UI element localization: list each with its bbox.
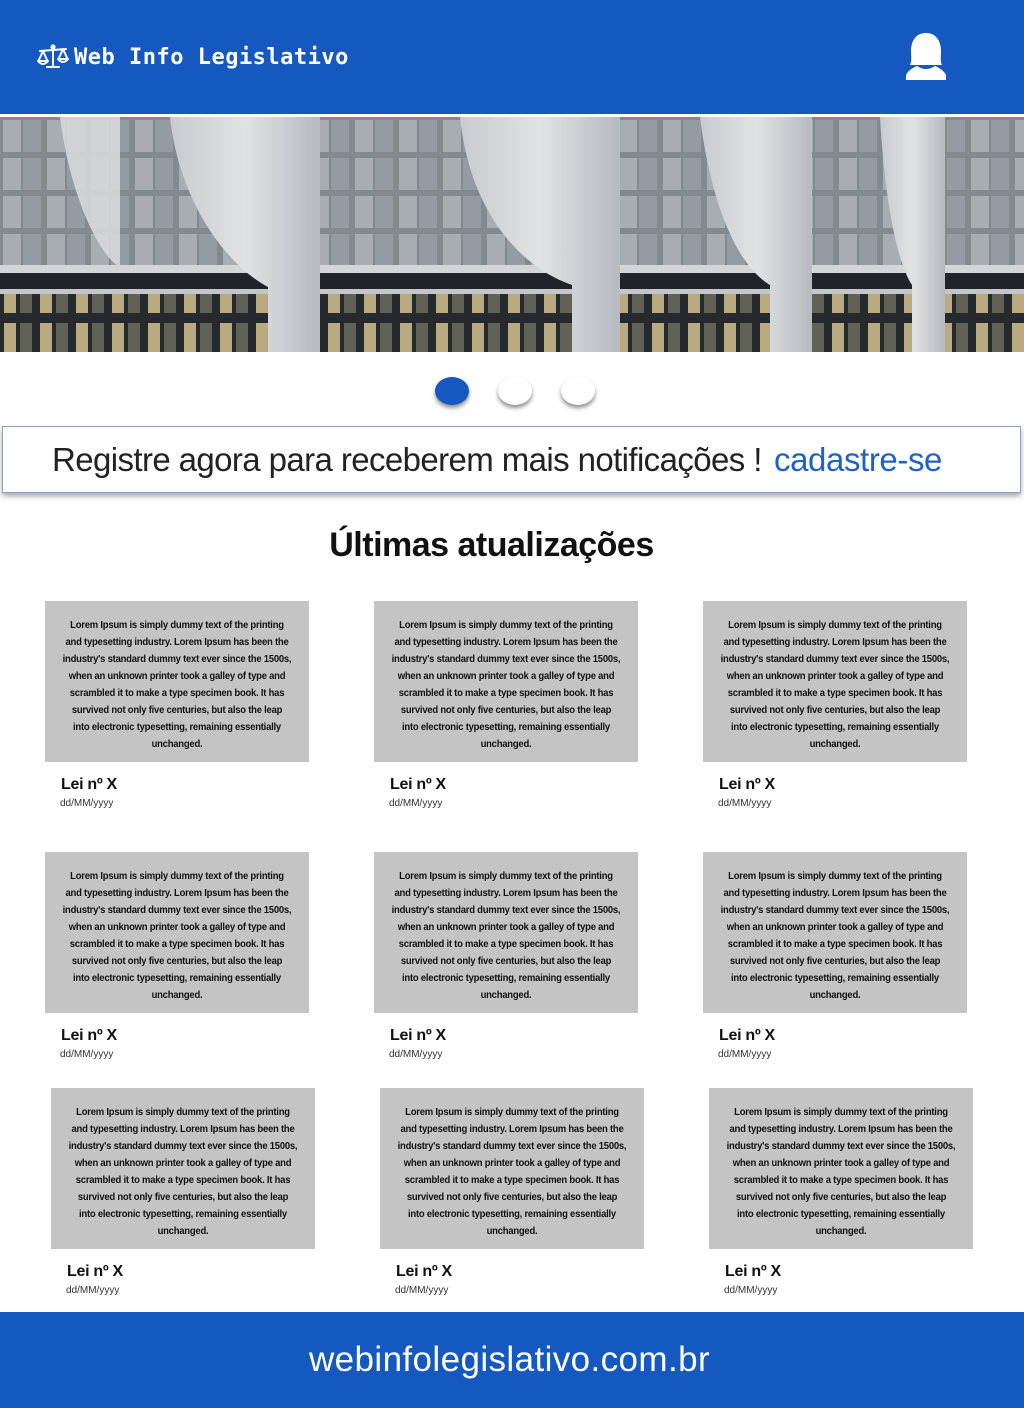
card-summary: Lorem Ipsum is simply dummy text of the … [397, 1107, 627, 1237]
user-icon [902, 33, 950, 88]
card-date: dd/MM/yyyy [60, 1049, 114, 1060]
update-card[interactable]: Lorem Ipsum is simply dummy text of the … [51, 1088, 315, 1308]
card-title: Lei nº X [61, 1027, 117, 1044]
card-title: Lei nº X [396, 1263, 452, 1280]
card-summary: Lorem Ipsum is simply dummy text of the … [62, 871, 292, 1001]
card-title: Lei nº X [725, 1263, 781, 1280]
update-card[interactable]: Lorem Ipsum is simply dummy text of the … [703, 601, 967, 821]
card-summary: Lorem Ipsum is simply dummy text of the … [726, 1107, 956, 1237]
card-date: dd/MM/yyyy [718, 1049, 772, 1060]
register-text: Registre agora para receberem mais notif… [52, 441, 762, 478]
hero-carousel-image [0, 117, 1024, 352]
update-card[interactable]: Lorem Ipsum is simply dummy text of the … [45, 601, 309, 821]
card-summary-box: Lorem Ipsum is simply dummy text of the … [374, 601, 638, 762]
card-summary: Lorem Ipsum is simply dummy text of the … [62, 620, 292, 750]
card-date: dd/MM/yyyy [395, 1285, 449, 1296]
update-card[interactable]: Lorem Ipsum is simply dummy text of the … [380, 1088, 644, 1308]
card-summary: Lorem Ipsum is simply dummy text of the … [68, 1107, 298, 1237]
card-summary-box: Lorem Ipsum is simply dummy text of the … [374, 852, 638, 1013]
card-summary: Lorem Ipsum is simply dummy text of the … [391, 620, 621, 750]
section-title: Últimas atualizações [329, 526, 654, 564]
carousel-dot-3[interactable] [561, 377, 595, 405]
card-title: Lei nº X [719, 1027, 775, 1044]
update-card[interactable]: Lorem Ipsum is simply dummy text of the … [374, 852, 638, 1072]
card-summary-box: Lorem Ipsum is simply dummy text of the … [51, 1088, 315, 1249]
card-date: dd/MM/yyyy [389, 1049, 443, 1060]
footer-url[interactable]: webinfolegislativo.com.br [0, 1340, 1019, 1380]
card-summary-box: Lorem Ipsum is simply dummy text of the … [45, 852, 309, 1013]
card-title: Lei nº X [390, 1027, 446, 1044]
card-title: Lei nº X [67, 1263, 123, 1280]
update-card[interactable]: Lorem Ipsum is simply dummy text of the … [703, 852, 967, 1072]
card-summary-box: Lorem Ipsum is simply dummy text of the … [45, 601, 309, 762]
update-card[interactable]: Lorem Ipsum is simply dummy text of the … [709, 1088, 973, 1308]
card-summary: Lorem Ipsum is simply dummy text of the … [720, 871, 950, 1001]
card-date: dd/MM/yyyy [60, 798, 114, 809]
user-account-button[interactable] [902, 30, 950, 84]
carousel-dot-1[interactable] [435, 377, 469, 405]
update-card[interactable]: Lorem Ipsum is simply dummy text of the … [374, 601, 638, 821]
card-summary: Lorem Ipsum is simply dummy text of the … [391, 871, 621, 1001]
card-title: Lei nº X [390, 776, 446, 793]
card-summary: Lorem Ipsum is simply dummy text of the … [720, 620, 950, 750]
register-banner: Registre agora para receberem mais notif… [2, 426, 1021, 493]
card-title: Lei nº X [719, 776, 775, 793]
card-title: Lei nº X [61, 776, 117, 793]
top-navbar: Web Info Legislativo [0, 0, 1024, 114]
update-card[interactable]: Lorem Ipsum is simply dummy text of the … [45, 852, 309, 1072]
footer: webinfolegislativo.com.br [0, 1312, 1024, 1408]
card-date: dd/MM/yyyy [389, 798, 443, 809]
brand[interactable]: Web Info Legislativo [36, 40, 349, 74]
app-title: Web Info Legislativo [74, 44, 349, 70]
card-summary-box: Lorem Ipsum is simply dummy text of the … [703, 852, 967, 1013]
carousel-indicators [0, 377, 1024, 411]
scales-icon [36, 44, 70, 70]
card-summary-box: Lorem Ipsum is simply dummy text of the … [709, 1088, 973, 1249]
card-date: dd/MM/yyyy [724, 1285, 778, 1296]
card-summary-box: Lorem Ipsum is simply dummy text of the … [703, 601, 967, 762]
card-summary-box: Lorem Ipsum is simply dummy text of the … [380, 1088, 644, 1249]
card-date: dd/MM/yyyy [718, 798, 772, 809]
carousel-dot-2[interactable] [498, 377, 532, 405]
card-date: dd/MM/yyyy [66, 1285, 120, 1296]
signup-link[interactable]: cadastre-se [774, 441, 942, 479]
